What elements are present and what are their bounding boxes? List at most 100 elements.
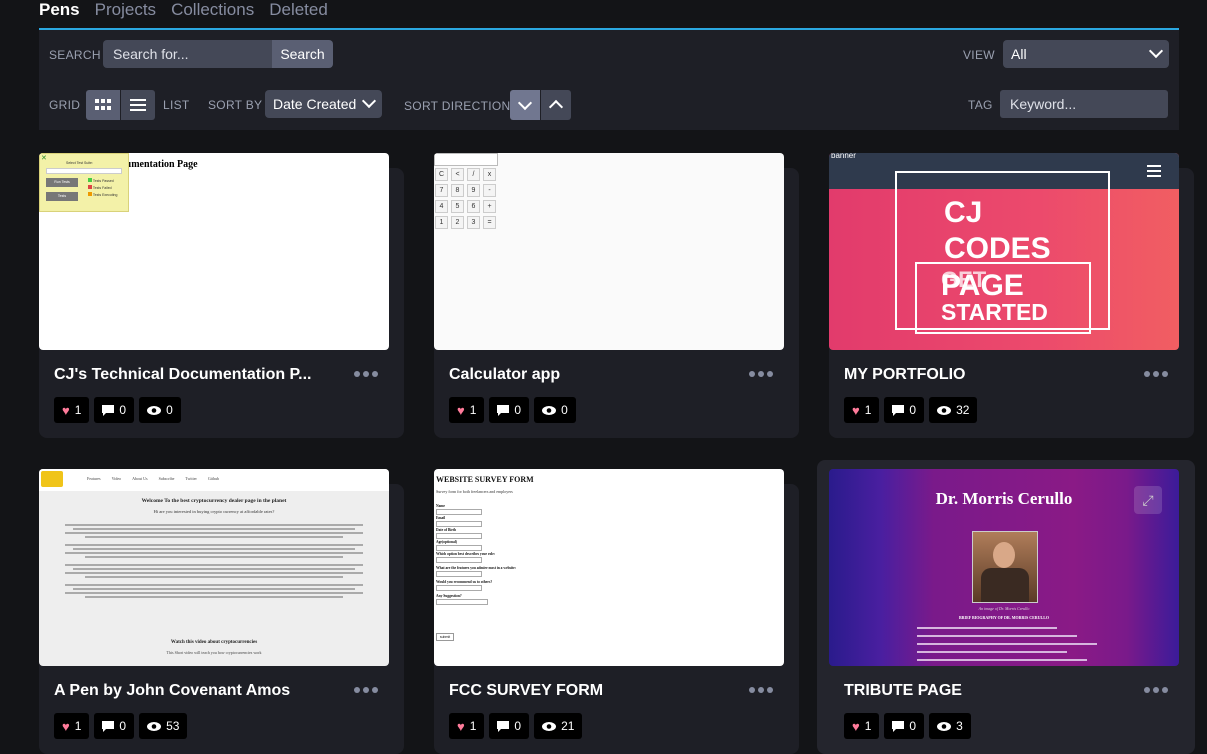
more-options-button[interactable] [1144, 371, 1170, 379]
calculator-key: 3 [467, 216, 480, 229]
eye-icon [937, 721, 952, 731]
like-button[interactable]: ♥ 1 [844, 397, 880, 423]
survey-field-input [436, 509, 482, 515]
view-label: VIEW [963, 48, 995, 62]
pen-card[interactable]: banner CJ CODES GET PAGE STARTED MY PORT… [829, 153, 1194, 438]
sort-descending-button[interactable] [510, 90, 540, 120]
heart-icon: ♥ [457, 402, 465, 418]
grid-label: GRID [49, 98, 81, 112]
comment-count: 0 [909, 719, 917, 733]
pen-tabs: Pens Projects Collections Deleted [39, 0, 328, 24]
hero-headline: CJ CODES [944, 195, 1051, 267]
like-button[interactable]: ♥ 1 [54, 713, 90, 739]
legend-executing: Tests Executing [88, 192, 117, 197]
more-options-button[interactable] [749, 687, 775, 695]
more-options-button[interactable] [354, 371, 380, 379]
pen-title[interactable]: FCC SURVEY FORM [449, 682, 719, 700]
more-options-button[interactable] [1144, 687, 1170, 695]
pen-preview[interactable]: WEBSITE SURVEY FORM Survey form for both… [434, 469, 784, 666]
list-view-button[interactable] [121, 90, 155, 120]
eye-icon [937, 405, 952, 415]
grid-view-button[interactable] [86, 90, 120, 120]
biography-lines [917, 624, 1097, 661]
tag-input[interactable]: Keyword... [1000, 90, 1168, 118]
survey-field-label: What are the features you admire most in… [436, 566, 516, 570]
heart-icon: ♥ [852, 718, 860, 734]
survey-field-label: Which option best describes your role: [436, 552, 496, 556]
pen-preview[interactable]: Dr. Morris Cerullo An image of Dr. Morri… [829, 469, 1179, 666]
like-button[interactable]: ♥ 1 [449, 713, 485, 739]
sort-by-label: SORT BY [208, 98, 263, 112]
pen-card[interactable]: C < / x 7 8 9-4 5 6 +1 2 3 = Calculator app ♥ 1 0 0 [434, 153, 799, 438]
comment-count: 0 [909, 403, 917, 417]
tab-pens[interactable]: Pens [39, 0, 80, 24]
pen-preview[interactable]: C < / x 7 8 9- 4 5 6 +1 2 3 = [434, 153, 784, 350]
views-stat: 3 [929, 713, 971, 739]
survey-fields: Name Email Date of Birth Age(optional) Which… [436, 504, 516, 608]
heart-icon: ♥ [62, 402, 70, 418]
tag-label: TAG [968, 98, 993, 112]
pen-title[interactable]: TRIBUTE PAGE [844, 682, 1114, 700]
pen-title[interactable]: CJ's Technical Documentation P... [54, 366, 324, 384]
pen-preview[interactable]: banner CJ CODES GET PAGE STARTED [829, 153, 1179, 350]
survey-field: Which option best describes your role: [436, 552, 516, 563]
survey-field-label: Would you recommend us to others? [436, 580, 493, 584]
calculator-key: 9 [467, 184, 480, 197]
pen-card[interactable]: Dr. Morris Cerullo An image of Dr. Morri… [817, 460, 1195, 754]
survey-field-input [436, 557, 482, 563]
pen-card[interactable]: Features Video About Us Subscribe Twitter Git… [39, 469, 404, 754]
view-select[interactable]: All [1003, 40, 1169, 68]
expand-icon[interactable]: ⤢ [1134, 486, 1162, 514]
comment-icon [497, 404, 510, 416]
preview-nav-link: Subscribe [158, 476, 175, 481]
pen-card[interactable]: Documentation Page ✕ Select Test Suite: … [39, 153, 404, 438]
pen-preview[interactable]: Features Video About Us Subscribe Twitter Git… [39, 469, 389, 666]
tab-deleted[interactable]: Deleted [269, 0, 328, 24]
pen-title[interactable]: A Pen by John Covenant Amos [54, 682, 324, 700]
survey-field: Date of Birth [436, 528, 516, 539]
calculator-key: 8 [451, 184, 464, 197]
calculator-keypad: C < / x 7 8 9- 4 5 6 +1 2 3 = [435, 168, 499, 229]
test-suite-select [46, 168, 122, 174]
like-button[interactable]: ♥ 1 [54, 397, 90, 423]
grid-icon [95, 99, 111, 110]
survey-field: Name [436, 504, 516, 515]
calculator-key: / [467, 168, 480, 181]
search-label: SEARCH [49, 48, 101, 62]
comment-button[interactable]: 0 [489, 713, 530, 739]
comment-button[interactable]: 0 [94, 397, 135, 423]
views-stat: 21 [534, 713, 583, 739]
sort-ascending-button[interactable] [541, 90, 571, 120]
views-stat: 53 [139, 713, 188, 739]
comment-button[interactable]: 0 [94, 713, 135, 739]
calculator-key: < [451, 168, 464, 181]
search-button[interactable]: Search [272, 40, 333, 68]
survey-field: Any Suggestion? [436, 594, 516, 605]
comment-button[interactable]: 0 [884, 397, 925, 423]
comment-icon [892, 720, 905, 732]
comment-icon [102, 404, 115, 416]
tests-button: Tests [46, 192, 78, 201]
views-stat: 0 [534, 397, 576, 423]
like-button[interactable]: ♥ 1 [449, 397, 485, 423]
like-button[interactable]: ♥ 1 [844, 713, 880, 739]
more-options-button[interactable] [354, 687, 380, 695]
pen-title[interactable]: Calculator app [449, 366, 719, 384]
pen-preview[interactable]: Documentation Page ✕ Select Test Suite: … [39, 153, 389, 350]
tab-projects[interactable]: Projects [95, 0, 156, 24]
heart-icon: ♥ [457, 718, 465, 734]
hero-line: PAGE [941, 269, 1024, 302]
eye-icon [147, 405, 162, 415]
pen-card[interactable]: WEBSITE SURVEY FORM Survey form for both… [434, 469, 799, 754]
sort-by-select[interactable]: Date Created [265, 90, 382, 118]
pen-title[interactable]: MY PORTFOLIO [844, 366, 1114, 384]
logo [41, 471, 63, 487]
comment-button[interactable]: 0 [489, 397, 530, 423]
view-count: 0 [561, 403, 568, 417]
tab-collections[interactable]: Collections [171, 0, 254, 24]
more-options-button[interactable] [749, 371, 775, 379]
search-input[interactable]: Search for... [103, 40, 273, 68]
comment-button[interactable]: 0 [884, 713, 925, 739]
calculator-key: 2 [451, 216, 464, 229]
eye-icon [147, 721, 162, 731]
